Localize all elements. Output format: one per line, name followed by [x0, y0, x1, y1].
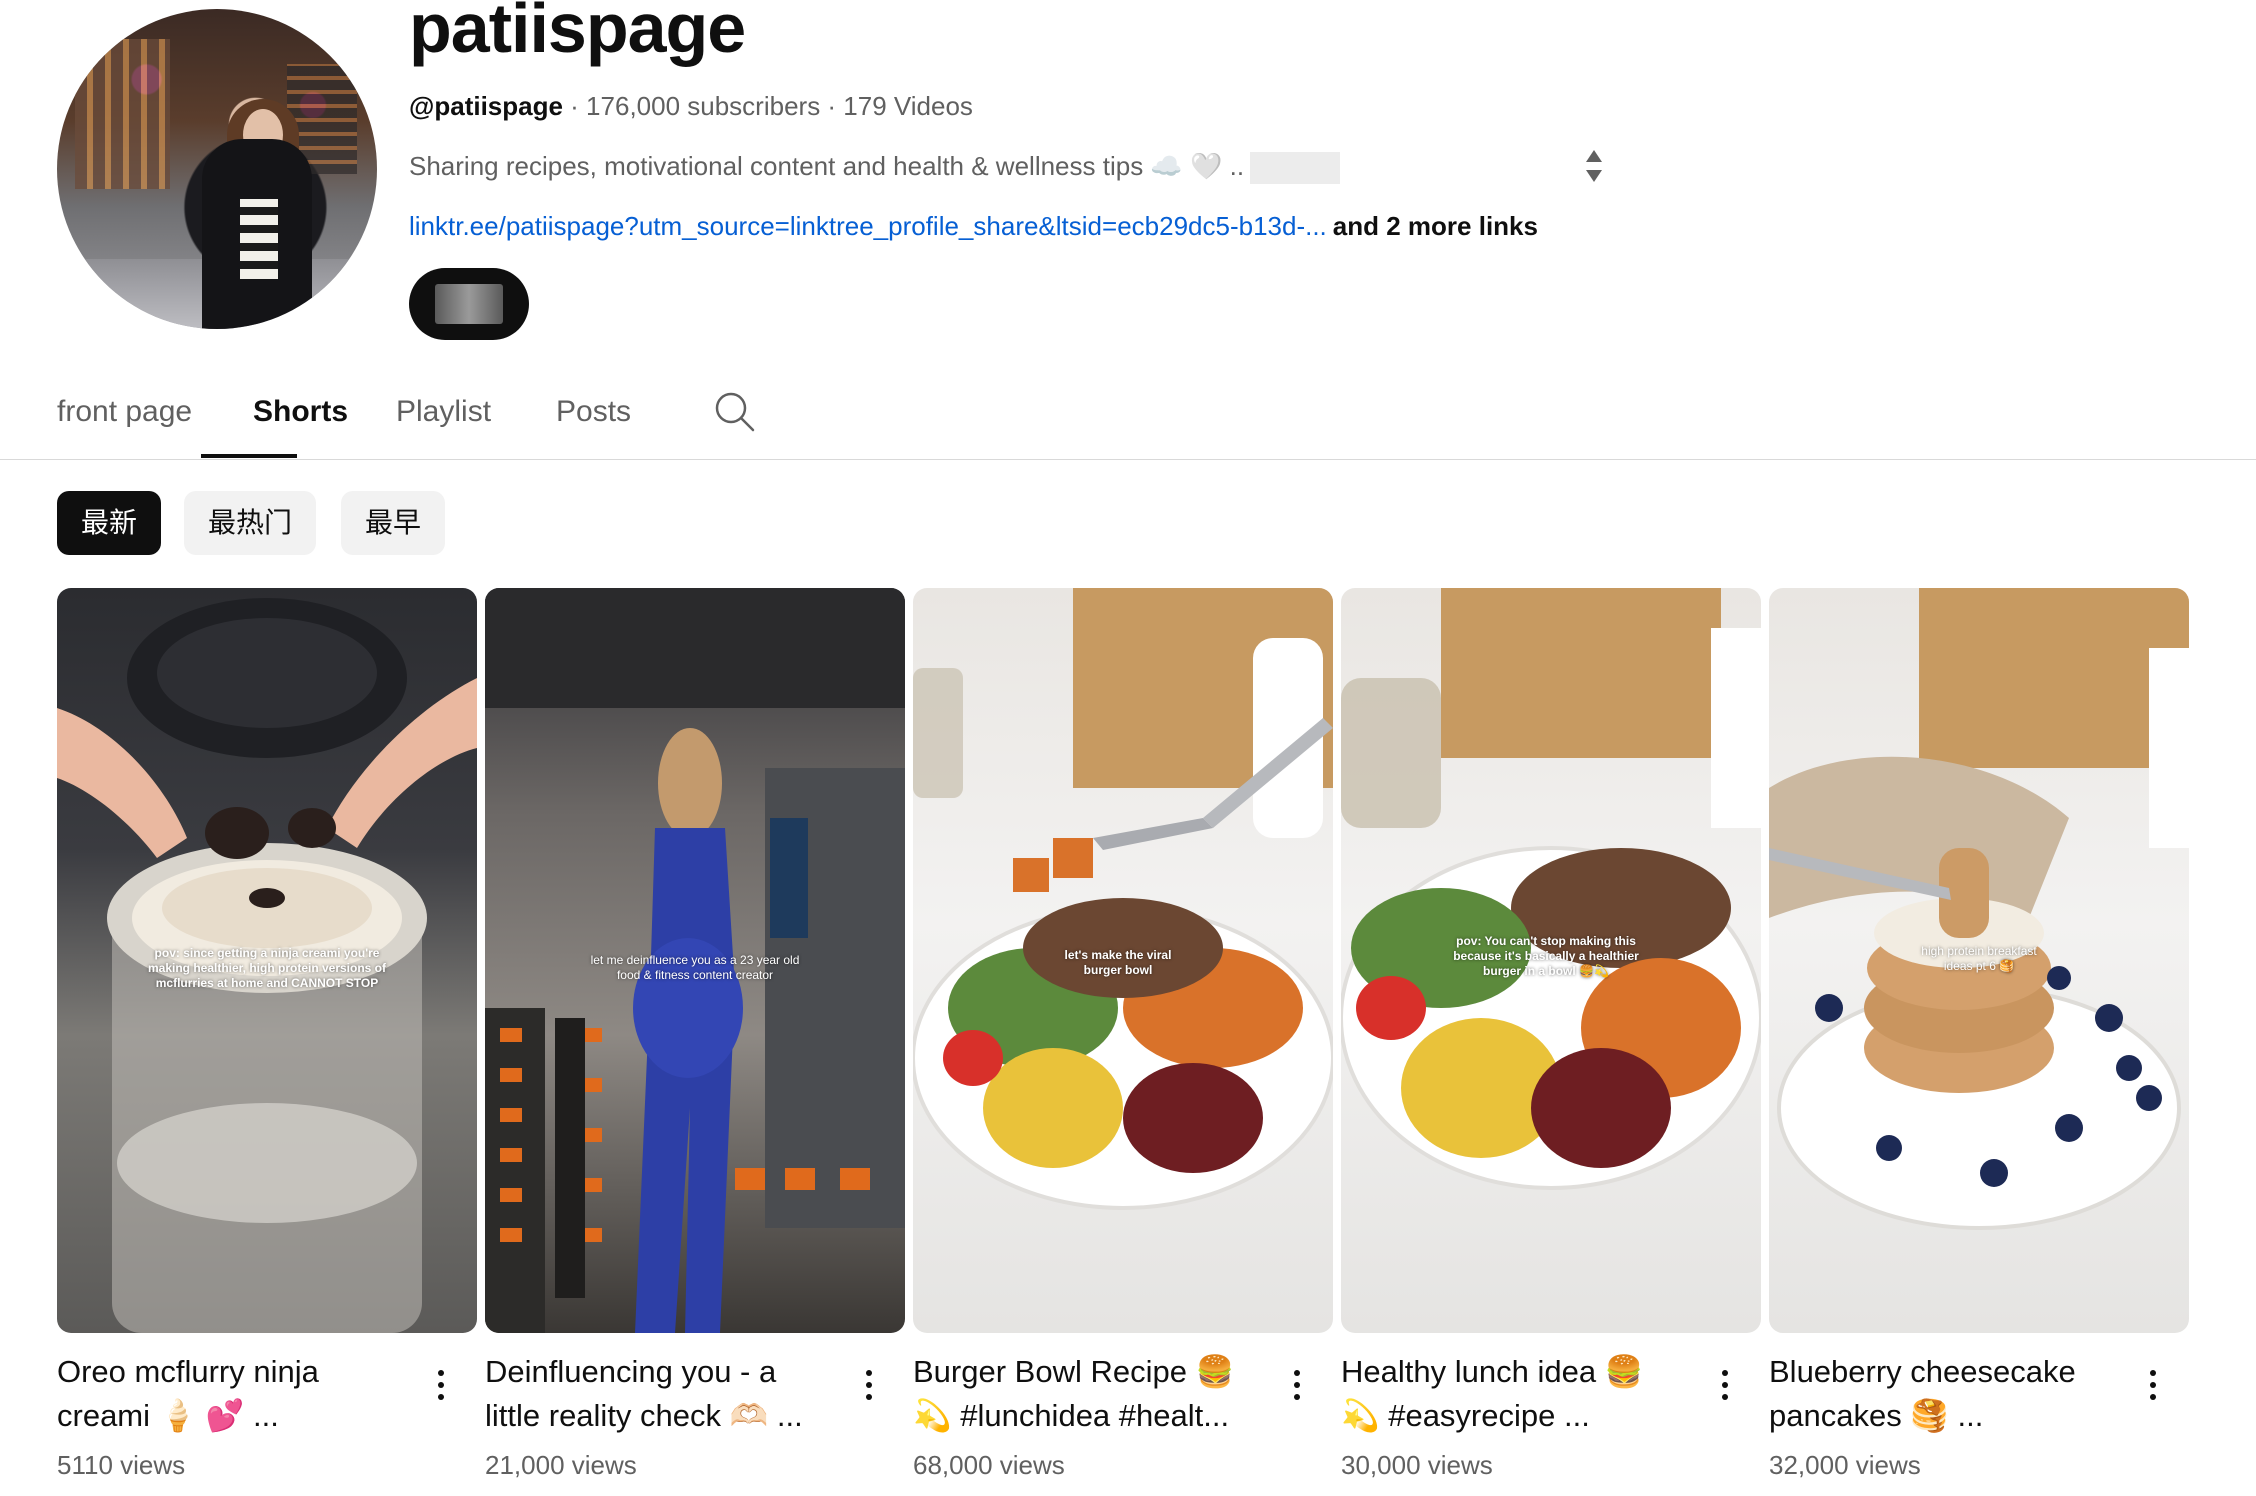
short-thumbnail[interactable]: pov: You can't stop making this because …: [1341, 588, 1761, 1333]
short-views: 5110 views: [57, 1450, 186, 1480]
description-text: Sharing recipes, motivational content an…: [409, 151, 1245, 181]
short-title-line: Oreo mcflurry ninja: [57, 1354, 319, 1389]
tab-playlist[interactable]: Playlist: [396, 390, 491, 434]
channel-handle: @patiispage: [409, 91, 563, 121]
short-title-line: creami 🍦 💕 ...: [57, 1398, 279, 1433]
channel-action-button[interactable]: [409, 268, 529, 340]
search-icon[interactable]: [713, 390, 757, 434]
tabs-divider: [0, 459, 2256, 460]
channel-stats: · 176,000 subscribers · 179 Videos: [562, 91, 973, 121]
short-title-line: Burger Bowl Recipe 🍔: [913, 1354, 1235, 1389]
short-views: 30,000 views: [1341, 1450, 1493, 1480]
short-title-line: Healthy lunch idea 🍔: [1341, 1354, 1644, 1389]
short-title[interactable]: Healthy lunch idea 🍔 💫 #easyrecipe ...: [1341, 1350, 1671, 1438]
redacted-block: [1250, 152, 1341, 185]
short-thumbnail[interactable]: pov: since getting a ninja creami you're…: [57, 588, 477, 1333]
chip-popular[interactable]: 最热门: [184, 491, 316, 555]
short-thumbnail[interactable]: let's make the viral burger bowl: [913, 588, 1333, 1333]
channel-link[interactable]: linktr.ee/patiispage?utm_source=linktree…: [409, 211, 1327, 241]
short-thumbnail[interactable]: let me deinfluence you as a 23 year old …: [485, 588, 905, 1333]
short-title[interactable]: Deinfluencing you - a little reality che…: [485, 1350, 815, 1438]
short-views: 68,000 views: [913, 1450, 1065, 1480]
active-tab-indicator: [201, 454, 297, 458]
channel-avatar[interactable]: [57, 9, 377, 329]
short-title[interactable]: Blueberry cheesecake pancakes 🥞 ...: [1769, 1350, 2099, 1438]
short-overlay-text: let's make the viral burger bowl: [1064, 948, 1172, 977]
short-title[interactable]: Oreo mcflurry ninja creami 🍦 💕 ...: [57, 1350, 387, 1438]
short-title-line: pancakes 🥞 ...: [1769, 1398, 1984, 1433]
short-title-line: Deinfluencing you - a: [485, 1354, 777, 1389]
channel-description[interactable]: Sharing recipes, motivational content an…: [409, 150, 1341, 185]
short-overlay-text: let me deinfluence you as a 23 year old …: [590, 953, 800, 982]
more-options-icon[interactable]: [858, 1366, 880, 1406]
more-options-icon[interactable]: [1714, 1366, 1736, 1406]
short-title-line: 💫 #lunchidea #healt...: [913, 1398, 1230, 1433]
short-overlay-text: high protein breakfast ideas pt 6 🥞: [1921, 944, 2037, 973]
channel-links: linktr.ee/patiispage?utm_source=linktree…: [409, 210, 1538, 242]
short-thumbnail[interactable]: high protein breakfast ideas pt 6 🥞: [1769, 588, 2189, 1333]
channel-meta: @patiispage · 176,000 subscribers · 179 …: [409, 90, 973, 122]
tab-shorts[interactable]: Shorts: [253, 390, 348, 434]
more-links-button[interactable]: and 2 more links: [1333, 211, 1538, 241]
more-options-icon[interactable]: [1286, 1366, 1308, 1406]
short-title[interactable]: Burger Bowl Recipe 🍔 💫 #lunchidea #healt…: [913, 1350, 1243, 1438]
short-title-line: Blueberry cheesecake: [1769, 1354, 2076, 1389]
expand-description-icon[interactable]: [1584, 148, 1604, 184]
redacted-label: [435, 284, 503, 324]
short-title-line: 💫 #easyrecipe ...: [1341, 1398, 1590, 1433]
short-overlay-text: pov: You can't stop making this because …: [1453, 934, 1639, 978]
more-options-icon[interactable]: [2142, 1366, 2164, 1406]
tab-posts[interactable]: Posts: [556, 390, 631, 434]
chip-oldest[interactable]: 最早: [341, 491, 445, 555]
short-title-line: little reality check 🫶🏻 ...: [485, 1398, 803, 1433]
chip-newest[interactable]: 最新: [57, 491, 161, 555]
more-options-icon[interactable]: [430, 1366, 452, 1406]
channel-page: patiispage @patiispage · 176,000 subscri…: [0, 0, 2256, 1496]
tab-front-page[interactable]: front page: [57, 390, 192, 434]
short-overlay-text: pov: since getting a ninja creami you're…: [147, 946, 387, 990]
channel-name: patiispage: [409, 0, 746, 67]
short-views: 32,000 views: [1769, 1450, 1921, 1480]
short-views: 21,000 views: [485, 1450, 637, 1480]
